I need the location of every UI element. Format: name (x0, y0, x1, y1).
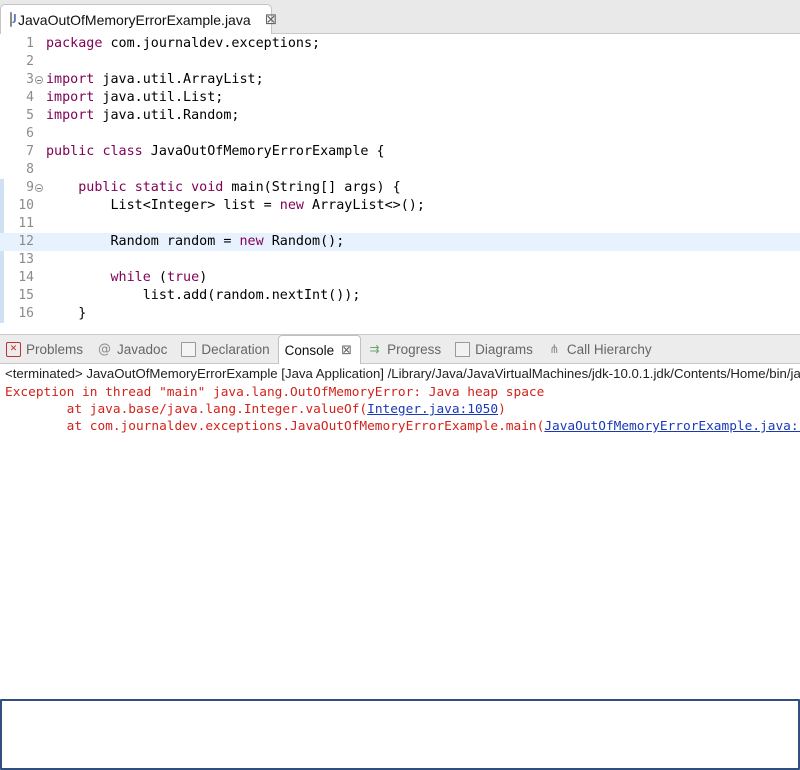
tab-label: Console (284, 342, 335, 358)
editor-tab-java-file[interactable]: JavaOutOfMemoryErrorExample.java ⊠ (0, 4, 277, 34)
line-number: 12 (18, 234, 34, 249)
line-number: 1 (26, 36, 34, 51)
code-line[interactable]: 16 } (0, 305, 800, 323)
code-line[interactable]: 11 (0, 215, 800, 233)
line-number: 8 (26, 162, 34, 177)
line-number: 15 (18, 288, 34, 303)
code-line[interactable]: 15 list.add(random.nextInt()); (0, 287, 800, 305)
code-line[interactable]: 3 import java.util.ArrayList; (0, 71, 800, 89)
console-output[interactable]: <terminated> JavaOutOfMemoryErrorExample… (0, 364, 800, 435)
code-text: package com.journaldev.exceptions; (46, 36, 321, 51)
tab-label: Call Hierarchy (566, 341, 652, 357)
views-tab-bar: ✕ Problems @ Javadoc Declaration Console ⊠ ⇉ Pro… (0, 334, 800, 770)
line-number: 13 (18, 252, 34, 267)
javadoc-icon: @ (98, 341, 112, 357)
code-editor[interactable]: 1 package com.journaldev.exceptions; 2 3 imp… (0, 34, 800, 324)
source-link[interactable]: Integer.java:1050 (367, 402, 498, 417)
call-hierarchy-icon: ⋔ (549, 342, 560, 356)
fold-collapse-icon[interactable] (35, 184, 43, 192)
java-file-icon (10, 12, 17, 27)
code-line[interactable]: 7 public class JavaOutOfMemoryErrorExampl… (0, 143, 800, 161)
tab-declaration[interactable]: Declaration (175, 335, 277, 363)
line-number: 4 (26, 90, 34, 105)
code-text: public class JavaOutOfMemoryErrorExample… (46, 144, 385, 159)
code-line[interactable]: 4 import java.util.List; (0, 89, 800, 107)
code-line[interactable]: 6 (0, 125, 800, 143)
tab-label: Diagrams (475, 341, 533, 357)
close-icon[interactable]: ⊠ (341, 343, 352, 358)
code-line[interactable]: 13 (0, 251, 800, 269)
code-line[interactable]: 2 (0, 53, 800, 71)
line-number: 9 (26, 180, 34, 195)
code-line[interactable]: 12 Random random = new Random(); (0, 233, 800, 251)
tab-javadoc[interactable]: @ Javadoc (91, 335, 175, 363)
code-line[interactable]: 17 (0, 323, 800, 324)
line-number: 5 (26, 108, 34, 123)
code-text: import java.util.ArrayList; (46, 72, 264, 87)
tab-label: Problems (26, 341, 84, 357)
code-line[interactable]: 14 while (true) (0, 269, 800, 287)
code-text: import java.util.List; (46, 90, 224, 105)
console-terminated-line: <terminated> JavaOutOfMemoryErrorExample… (5, 366, 800, 381)
editor-tab-bar: JavaOutOfMemoryErrorExample.java ⊠ (0, 0, 800, 34)
console-icon (0, 699, 800, 770)
code-text: Random random = new Random(); (46, 234, 345, 249)
code-text: } (46, 306, 87, 321)
tab-progress[interactable]: ⇉ Progress (361, 335, 449, 363)
problems-icon: ✕ (6, 341, 21, 357)
tab-label: Declaration (201, 341, 270, 357)
diagrams-icon (455, 341, 471, 357)
tab-diagrams[interactable]: Diagrams (449, 335, 541, 363)
line-number: 14 (18, 270, 34, 285)
tab-label: Progress (387, 341, 442, 357)
stack-frame-text: ) (498, 402, 506, 417)
code-text: while (true) (110, 270, 208, 285)
code-text: list.add(random.nextInt()); (46, 288, 361, 303)
tab-call-hierarchy[interactable]: ⋔ Call Hierarchy (541, 335, 660, 363)
declaration-icon (181, 341, 197, 357)
stack-frame-line: at java.base/java.lang.Integer.valueOf(I… (5, 401, 506, 418)
code-line[interactable]: 10 List<Integer> list = new ArrayList<>(… (0, 197, 800, 215)
close-icon[interactable]: ⊠ (265, 12, 278, 27)
line-number: 11 (18, 216, 34, 231)
code-line[interactable]: 1 package com.journaldev.exceptions; (0, 35, 800, 53)
fold-collapse-icon[interactable] (35, 76, 43, 84)
code-line[interactable]: 5 import java.util.Random; (0, 107, 800, 125)
source-link[interactable]: JavaOutOfMemoryErrorExample.java:14 (544, 419, 800, 434)
stack-frame-text: at com.journaldev.exceptions.JavaOutOfMe… (5, 419, 545, 434)
line-number: 17 (0, 323, 34, 324)
exception-line: Exception in thread "main" java.lang.Out… (5, 385, 545, 400)
line-number: 16 (18, 306, 34, 321)
code-text: public static void main(String[] args) { (78, 180, 401, 195)
tab-problems[interactable]: ✕ Problems (0, 335, 91, 363)
code-line[interactable]: 8 (0, 161, 800, 179)
line-number: 3 (26, 72, 34, 87)
progress-icon: ⇉ (369, 342, 380, 356)
tab-label: Javadoc (117, 341, 168, 357)
line-number: 2 (26, 54, 34, 69)
line-number: 7 (26, 144, 34, 159)
code-line[interactable]: 9 public static void main(String[] args)… (0, 179, 800, 197)
line-number: 10 (18, 198, 34, 213)
stack-frame-line: at com.journaldev.exceptions.JavaOutOfMe… (5, 418, 800, 435)
line-number: 6 (26, 126, 34, 141)
tab-console[interactable]: Console ⊠ (0, 334, 800, 770)
editor-tab-label: JavaOutOfMemoryErrorExample.java (18, 11, 251, 28)
code-text: import java.util.Random; (46, 108, 240, 123)
code-text: List<Integer> list = new ArrayList<>(); (46, 198, 425, 213)
stack-frame-text: at java.base/java.lang.Integer.valueOf( (5, 402, 368, 417)
